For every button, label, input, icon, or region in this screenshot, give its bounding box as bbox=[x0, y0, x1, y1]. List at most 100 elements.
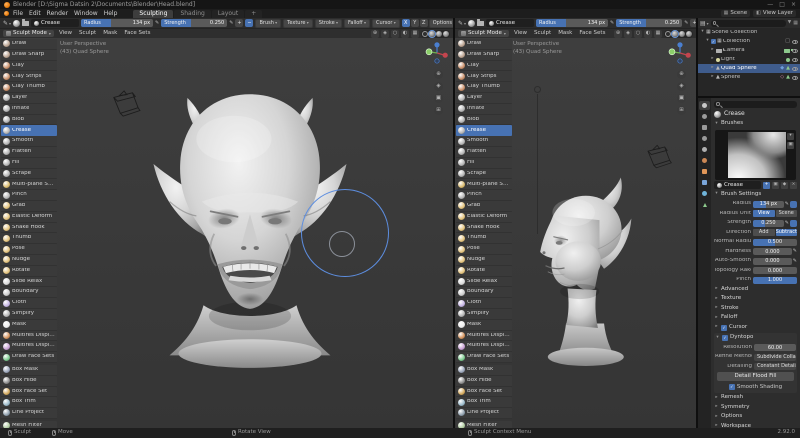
workspace-tab-layout[interactable]: Layout bbox=[211, 9, 245, 18]
duplicate-brush-button[interactable]: ▣ bbox=[772, 181, 779, 189]
tool-clay-strips[interactable]: Clay Strips bbox=[1, 71, 57, 83]
outliner-search-input[interactable] bbox=[710, 19, 786, 27]
tool-box-mask[interactable]: Box Mask bbox=[1, 364, 57, 376]
object-data-tab[interactable] bbox=[699, 200, 710, 209]
object-tab[interactable] bbox=[699, 167, 710, 176]
header-menu-view[interactable]: View bbox=[512, 30, 529, 37]
tool-line-project[interactable]: Line Project bbox=[456, 408, 512, 419]
tool-mesh-filter[interactable]: Mesh Filter bbox=[1, 420, 57, 428]
cursor-panel-header[interactable]: ▸ Cursor bbox=[714, 324, 797, 332]
camera-view-icon[interactable]: ▣ bbox=[677, 94, 686, 103]
proportional-edit-icon[interactable]: ○ bbox=[391, 29, 399, 38]
workspace-tab-shading[interactable]: Shading bbox=[174, 9, 211, 18]
editor-type-icon[interactable]: ✎ bbox=[3, 20, 11, 27]
tool-clay[interactable]: Clay bbox=[456, 60, 512, 72]
tool-multires-displacement-smear[interactable]: Multires Displacement Smear bbox=[456, 341, 512, 353]
segment-option-add[interactable]: Add bbox=[753, 229, 775, 236]
tool-boundary[interactable]: Boundary bbox=[1, 287, 57, 299]
tool-snake-hook[interactable]: Snake Hook bbox=[1, 222, 57, 234]
view-layer-tab[interactable] bbox=[699, 134, 710, 143]
expand-caret-icon[interactable]: ▸ bbox=[710, 66, 715, 71]
properties-search-input[interactable] bbox=[714, 100, 797, 108]
tool-scrape[interactable]: Scrape bbox=[1, 168, 57, 180]
browse-brush-icon[interactable] bbox=[22, 19, 30, 26]
tool-pinch[interactable]: Pinch bbox=[1, 190, 57, 201]
mirror-y-toggle[interactable]: Y bbox=[410, 19, 419, 27]
eye-icon[interactable] bbox=[792, 48, 798, 53]
outliner-row-camera[interactable]: ▸ Camera bbox=[698, 46, 800, 55]
normal-radius-slider[interactable]: 0.500 bbox=[753, 238, 797, 246]
header-menu-face-sets[interactable]: Face Sets bbox=[122, 30, 152, 37]
brush-preview-icon[interactable] bbox=[13, 19, 21, 27]
camera-view-icon[interactable]: ▣ bbox=[434, 94, 443, 103]
perspective-toggle-icon[interactable]: ⊞ bbox=[677, 106, 686, 115]
tool-grab[interactable]: Grab bbox=[456, 200, 512, 212]
cursor-panel-header-checkbox[interactable] bbox=[721, 324, 727, 331]
light-object-wire[interactable] bbox=[534, 86, 541, 93]
header-menu-sculpt[interactable]: Sculpt bbox=[77, 30, 98, 37]
outliner-row-scene-collection[interactable]: ▾ ▦ Scene Collection bbox=[698, 28, 800, 37]
minimize-button[interactable]: — bbox=[767, 1, 773, 8]
material-shading-icon[interactable] bbox=[436, 30, 442, 37]
rendered-shading-icon[interactable] bbox=[686, 30, 692, 37]
header-menu-face-sets[interactable]: Face Sets bbox=[577, 30, 607, 37]
mirror-z-toggle[interactable]: Z bbox=[419, 19, 428, 27]
brush-settings-panel-header[interactable]: ▾ Brush Settings bbox=[714, 191, 797, 199]
tool-multires-displacement-smear[interactable]: Multires Displacement Smear bbox=[1, 341, 57, 353]
workspace-tab-sculpting[interactable]: Sculpting bbox=[133, 9, 174, 18]
direction-subtract-button[interactable]: − bbox=[245, 19, 254, 27]
strength-slider[interactable]: Strength 0.250 bbox=[161, 19, 228, 27]
tool-fill[interactable]: Fill bbox=[1, 157, 57, 169]
detailing-dropdown[interactable]: Constant Detail bbox=[754, 363, 796, 370]
smooth-shading-checkbox[interactable] bbox=[728, 383, 735, 390]
snapping-icon[interactable]: ◈ bbox=[381, 29, 389, 38]
tool-crease[interactable]: Crease bbox=[1, 125, 57, 137]
refine-method-dropdown[interactable]: Subdivide Collapse bbox=[754, 353, 796, 361]
header-menu-view[interactable]: View bbox=[57, 30, 74, 37]
tool-clay[interactable]: Clay bbox=[1, 60, 57, 72]
navigation-gizmo[interactable] bbox=[425, 41, 449, 65]
tool-simplify[interactable]: Simplify bbox=[1, 308, 57, 320]
radius-pressure-icon[interactable] bbox=[610, 21, 614, 26]
navigation-gizmo[interactable] bbox=[668, 41, 692, 65]
tool-smooth[interactable]: Smooth bbox=[456, 136, 512, 147]
tool-elastic-deform[interactable]: Elastic Deform bbox=[456, 211, 512, 223]
tool-box-hide[interactable]: Box Hide bbox=[456, 375, 512, 387]
expand-caret-icon[interactable]: ▾ bbox=[705, 39, 710, 44]
outliner-row-collection[interactable]: ▾ ▦Collection □ bbox=[698, 37, 800, 46]
brush-name-field[interactable]: Crease bbox=[486, 19, 535, 27]
dyntopo-panel-header-checkbox[interactable] bbox=[722, 335, 728, 341]
snapping-icon[interactable]: ◈ bbox=[624, 29, 632, 38]
texture-dropdown[interactable]: Texture bbox=[283, 18, 313, 28]
cursor-dropdown[interactable]: Cursor bbox=[372, 18, 400, 28]
wireframe-shading-icon[interactable] bbox=[665, 30, 671, 37]
pinch-slider[interactable]: 1.000 bbox=[753, 276, 797, 284]
solid-shading-icon[interactable] bbox=[672, 30, 678, 37]
resolution-slider[interactable]: 60.00 bbox=[754, 344, 796, 351]
pressure-toggle[interactable] bbox=[790, 200, 797, 208]
tool-rotate[interactable]: Rotate bbox=[1, 265, 57, 277]
camera-object-wireframe[interactable] bbox=[643, 144, 673, 170]
tool-smooth[interactable]: Smooth bbox=[1, 136, 57, 147]
eye-icon[interactable] bbox=[792, 39, 798, 44]
hardness-slider[interactable]: 0.000 bbox=[753, 248, 792, 255]
tool-multi-plane-scrape[interactable]: Multi-plane Scrape bbox=[456, 179, 512, 191]
tool-multires-displacement-eraser[interactable]: Multires Displacement Eraser bbox=[456, 330, 512, 342]
tool-scrape[interactable]: Scrape bbox=[456, 168, 512, 180]
preview-image-icon[interactable]: ▣ bbox=[787, 141, 794, 149]
rendered-shading-icon[interactable] bbox=[443, 30, 449, 37]
direction-add-button[interactable]: + bbox=[690, 19, 696, 27]
move-view-icon[interactable]: ◈ bbox=[434, 82, 443, 91]
mode-dropdown[interactable]: Sculpt Mode bbox=[3, 29, 54, 38]
texture-panel-header[interactable]: ▸ Texture bbox=[714, 295, 797, 303]
tool-pose[interactable]: Pose bbox=[1, 244, 57, 255]
viewport-1[interactable]: Draw Draw Sharp Clay Clay Strips Clay Thumb L… bbox=[0, 38, 453, 428]
tool-draw-face-sets[interactable]: Draw Face Sets bbox=[1, 352, 57, 363]
material-shading-icon[interactable] bbox=[679, 30, 685, 37]
render-tab[interactable] bbox=[699, 112, 710, 121]
tool-multires-displacement-eraser[interactable]: Multires Displacement Eraser bbox=[1, 330, 57, 342]
view-layer-selector[interactable]: ◧ View Layer bbox=[753, 9, 796, 18]
scene-selector[interactable]: ▦ Scene bbox=[720, 9, 751, 18]
tool-clay-strips[interactable]: Clay Strips bbox=[456, 71, 512, 83]
xray-toggle-icon[interactable]: ▦ bbox=[654, 29, 662, 38]
